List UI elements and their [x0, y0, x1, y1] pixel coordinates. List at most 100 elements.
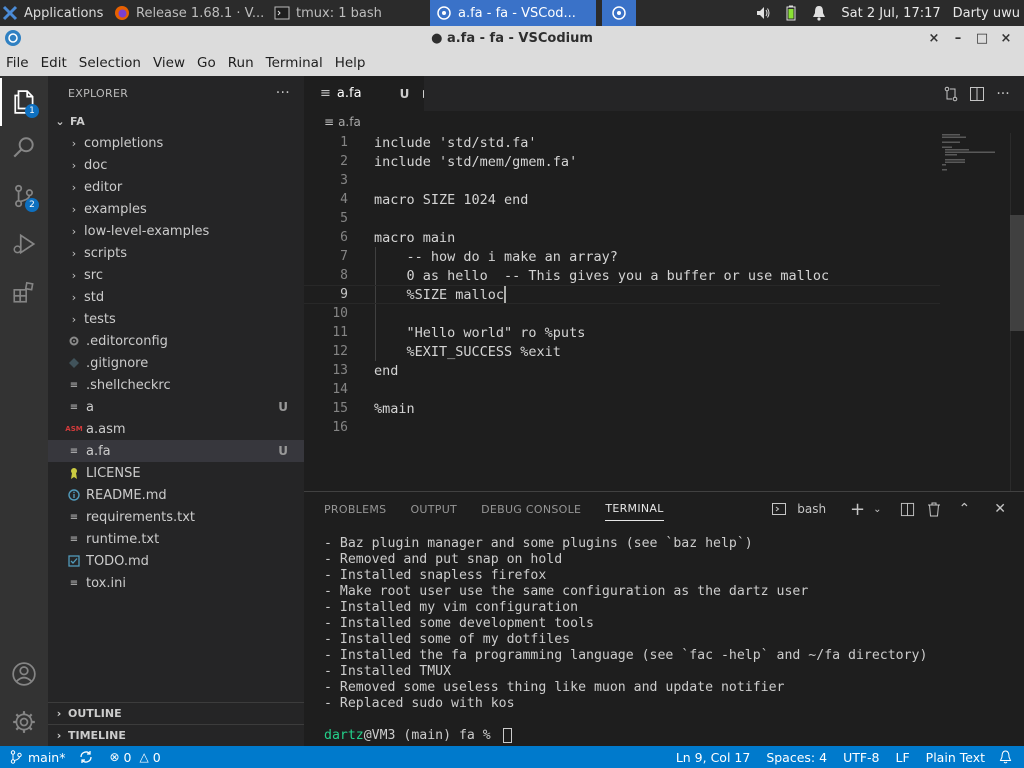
- split-terminal-button[interactable]: [900, 502, 915, 517]
- outline-section-header[interactable]: › OUTLINE: [48, 702, 304, 724]
- tab-output[interactable]: OUTPUT: [410, 492, 457, 526]
- terminal-selector[interactable]: bash: [771, 501, 832, 517]
- folder-item[interactable]: › completions: [48, 132, 304, 154]
- code-line[interactable]: 3: [304, 171, 940, 190]
- code-line[interactable]: 9 %SIZE malloc: [304, 285, 940, 304]
- code-line[interactable]: 16: [304, 418, 940, 437]
- minimize-button[interactable]: –: [946, 31, 970, 46]
- folder-item[interactable]: › tests: [48, 308, 304, 330]
- menu-edit[interactable]: Edit: [35, 55, 73, 71]
- code-line[interactable]: 8 0 as hello -- This gives you a buffer …: [304, 266, 940, 285]
- file-item[interactable]: TODO.md: [48, 550, 304, 572]
- folder-item[interactable]: › low-level-examples: [48, 220, 304, 242]
- folder-item[interactable]: › examples: [48, 198, 304, 220]
- code-line[interactable]: 7 -- how do i make an array?: [304, 247, 940, 266]
- search-activity-button[interactable]: [0, 124, 48, 172]
- folder-item[interactable]: › editor: [48, 176, 304, 198]
- code-line[interactable]: 13 end: [304, 361, 940, 380]
- close-panel-button[interactable]: ✕: [988, 501, 1012, 517]
- folder-item[interactable]: › doc: [48, 154, 304, 176]
- split-editor-button[interactable]: [964, 86, 990, 102]
- kill-terminal-button[interactable]: [927, 502, 941, 517]
- file-item[interactable]: README.md: [48, 484, 304, 506]
- menu-selection[interactable]: Selection: [73, 55, 147, 71]
- file-item[interactable]: LICENSE: [48, 462, 304, 484]
- menu-help[interactable]: Help: [329, 55, 372, 71]
- more-actions-button[interactable]: ···: [990, 86, 1016, 102]
- workspace-root-folder[interactable]: ⌄ FA: [48, 110, 304, 132]
- language-mode[interactable]: Plain Text: [918, 750, 993, 765]
- file-item[interactable]: ≡ tox.ini: [48, 572, 304, 594]
- maximize-button[interactable]: □: [970, 31, 994, 46]
- timeline-section-header[interactable]: › TIMELINE: [48, 724, 304, 746]
- folder-item[interactable]: › std: [48, 286, 304, 308]
- file-item[interactable]: ≡ a U: [48, 396, 304, 418]
- close-alt-button[interactable]: ×: [922, 31, 946, 46]
- menu-terminal[interactable]: Terminal: [260, 55, 329, 71]
- workspace-switcher[interactable]: [602, 0, 636, 26]
- editor-tab-a-fa[interactable]: ≡ a.fa U: [304, 76, 424, 111]
- new-terminal-button[interactable]: + ⌄: [844, 499, 887, 520]
- notifications-button[interactable]: [993, 750, 1024, 764]
- code-line[interactable]: 14: [304, 380, 940, 399]
- explorer-activity-button[interactable]: 1: [0, 78, 48, 126]
- menu-file[interactable]: File: [0, 55, 35, 71]
- extensions-activity-button[interactable]: [0, 268, 48, 316]
- volume-icon[interactable]: [753, 3, 773, 23]
- editor-scrollbar[interactable]: [1010, 133, 1024, 491]
- taskbar-window-terminal[interactable]: tmux: 1 bash: [268, 0, 428, 26]
- battery-icon[interactable]: [781, 3, 801, 23]
- close-button[interactable]: ×: [994, 31, 1018, 46]
- manage-activity-button[interactable]: [0, 698, 48, 746]
- indentation[interactable]: Spaces: 4: [758, 750, 835, 765]
- taskbar-window-firefox[interactable]: Release 1.68.1 · V...: [108, 0, 268, 26]
- code-line[interactable]: 11 "Hello world" ro %puts: [304, 323, 940, 342]
- code-editor[interactable]: 1 include 'std/std.fa' 2 include 'std/mem/g…: [304, 133, 1024, 491]
- file-item[interactable]: .editorconfig: [48, 330, 304, 352]
- maximize-panel-button[interactable]: ⌃: [953, 501, 977, 517]
- code-line[interactable]: 6 macro main: [304, 228, 940, 247]
- code-line[interactable]: 12 %EXIT_SUCCESS %exit: [304, 342, 940, 361]
- sync-button[interactable]: [71, 750, 101, 764]
- taskbar-window-vscodium[interactable]: a.fa - fa - VSCod...: [430, 0, 596, 26]
- code-line[interactable]: 4 macro SIZE 1024 end: [304, 190, 940, 209]
- terminal-output[interactable]: - Baz plugin manager and some plugins (s…: [324, 536, 927, 712]
- unsaved-dot-icon[interactable]: [423, 89, 424, 98]
- menu-run[interactable]: Run: [222, 55, 260, 71]
- tab-problems[interactable]: PROBLEMS: [324, 492, 386, 526]
- clock[interactable]: Sat 2 Jul, 17:17: [833, 6, 948, 21]
- file-item[interactable]: ≡ runtime.txt: [48, 528, 304, 550]
- run-debug-activity-button[interactable]: [0, 220, 48, 268]
- tab-terminal[interactable]: TERMINAL: [605, 497, 664, 521]
- code-line[interactable]: 15 %main: [304, 399, 940, 418]
- explorer-more-button[interactable]: ···: [276, 85, 290, 101]
- window-titlebar[interactable]: ● a.fa - fa - VSCodium × – □ ×: [0, 26, 1024, 50]
- file-item[interactable]: ≡ requirements.txt: [48, 506, 304, 528]
- file-encoding[interactable]: UTF-8: [835, 750, 887, 765]
- file-item[interactable]: .gitignore: [48, 352, 304, 374]
- user-menu[interactable]: Darty uwu: [949, 6, 1024, 21]
- folder-item[interactable]: › scripts: [48, 242, 304, 264]
- git-branch[interactable]: main*: [28, 750, 71, 765]
- accounts-activity-button[interactable]: [0, 650, 48, 698]
- code-line[interactable]: 1 include 'std/std.fa': [304, 133, 940, 152]
- end-of-line[interactable]: LF: [888, 750, 918, 765]
- menu-go[interactable]: Go: [191, 55, 222, 71]
- terminal-prompt[interactable]: dartz @VM3 (main) fa %: [324, 728, 512, 743]
- file-item[interactable]: ASM a.asm: [48, 418, 304, 440]
- menu-view[interactable]: View: [147, 55, 191, 71]
- code-line[interactable]: 2 include 'std/mem/gmem.fa': [304, 152, 940, 171]
- code-line[interactable]: 10: [304, 304, 940, 323]
- remote-button[interactable]: [0, 750, 28, 764]
- source-control-activity-button[interactable]: 2: [0, 172, 48, 220]
- tab-debug-console[interactable]: DEBUG CONSOLE: [481, 492, 581, 526]
- cursor-position[interactable]: Ln 9, Col 17: [668, 750, 759, 765]
- minimap[interactable]: [940, 133, 1010, 193]
- open-changes-button[interactable]: [938, 86, 964, 102]
- file-item[interactable]: ≡ .shellcheckrc: [48, 374, 304, 396]
- notifications-bell-icon[interactable]: [809, 3, 829, 23]
- scrollbar-thumb[interactable]: [1010, 215, 1024, 331]
- breadcrumb-file[interactable]: a.fa: [338, 115, 361, 129]
- folder-item[interactable]: › src: [48, 264, 304, 286]
- code-line[interactable]: 5: [304, 209, 940, 228]
